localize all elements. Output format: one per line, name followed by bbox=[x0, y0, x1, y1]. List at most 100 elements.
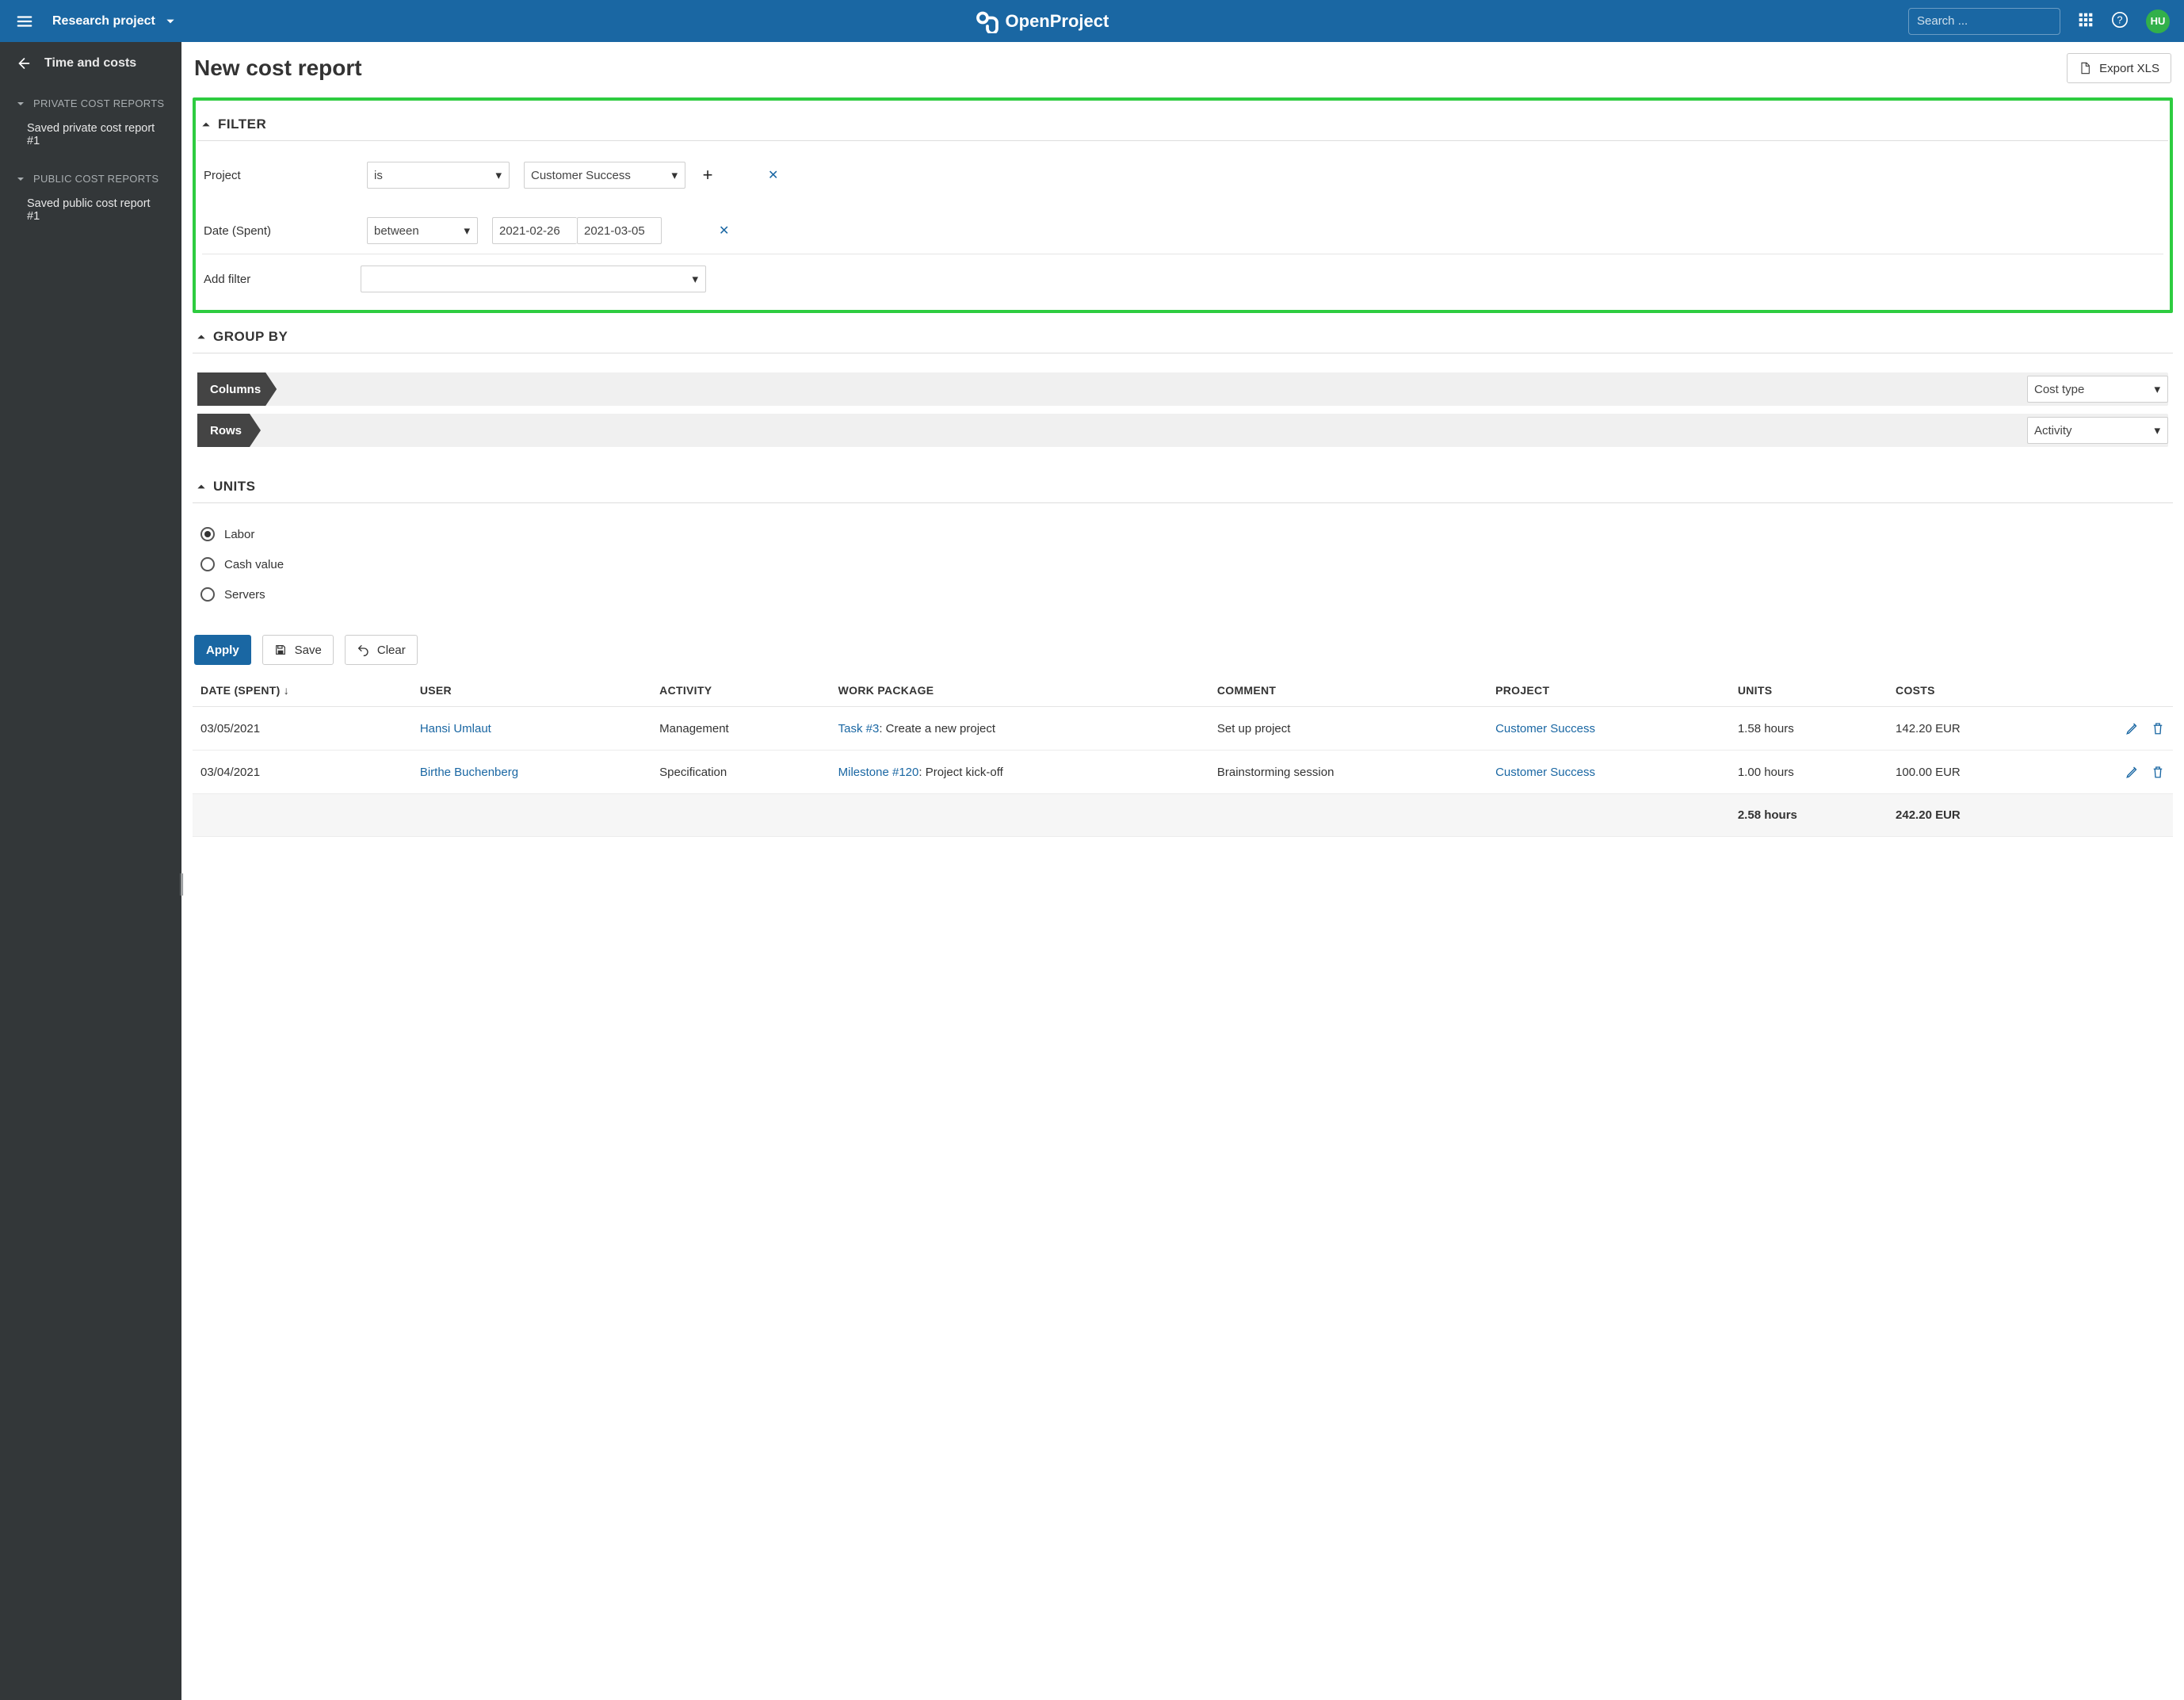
save-button[interactable]: Save bbox=[262, 635, 334, 665]
export-xls-label: Export XLS bbox=[2099, 62, 2159, 75]
units-section-toggle[interactable]: UNITS bbox=[193, 474, 2173, 503]
radio-icon bbox=[200, 557, 215, 571]
project-link[interactable]: Customer Success bbox=[1495, 722, 1595, 735]
filter-section-toggle[interactable]: FILTER bbox=[197, 112, 2168, 141]
groupby-section-title: GROUP BY bbox=[213, 329, 288, 345]
radio-labor[interactable]: Labor bbox=[197, 519, 2168, 549]
add-filter-select[interactable] bbox=[361, 266, 706, 292]
sidebar-item[interactable]: Saved public cost report #1 bbox=[16, 189, 166, 231]
chevron-up-icon bbox=[196, 331, 207, 342]
th-units[interactable]: UNITS bbox=[1730, 674, 1888, 707]
arrow-left-icon bbox=[16, 56, 30, 71]
td-wp: Task #3: Create a new project bbox=[830, 707, 1209, 751]
delete-icon[interactable] bbox=[2151, 721, 2165, 735]
td-units: 1.00 hours bbox=[1730, 751, 1888, 794]
sidebar-group-title: PUBLIC COST REPORTS bbox=[33, 173, 158, 185]
table-row: 03/04/2021Birthe BuchenbergSpecification… bbox=[193, 751, 2173, 794]
td-user: Hansi Umlaut bbox=[412, 707, 651, 751]
td-actions bbox=[2056, 751, 2173, 794]
groupby-rows-row: Rows Activity ▾ bbox=[197, 414, 2168, 447]
units-section: UNITS Labor Cash value Servers bbox=[193, 474, 2173, 611]
sidebar-resizer[interactable] bbox=[177, 871, 186, 898]
groupby-section: GROUP BY Columns Cost type ▾ Rows Activi… bbox=[193, 324, 2173, 449]
global-search[interactable] bbox=[1908, 8, 2060, 35]
remove-filter-icon[interactable]: ✕ bbox=[719, 223, 729, 239]
sidebar-back[interactable]: Time and costs bbox=[0, 56, 181, 86]
filter-date-label: Date (Spent) bbox=[202, 224, 353, 238]
edit-icon[interactable] bbox=[2125, 721, 2140, 735]
search-input[interactable] bbox=[1917, 14, 2075, 28]
user-link[interactable]: Birthe Buchenberg bbox=[420, 766, 518, 779]
filter-date-to[interactable] bbox=[577, 217, 662, 244]
svg-text:?: ? bbox=[2117, 13, 2122, 25]
project-link[interactable]: Customer Success bbox=[1495, 766, 1595, 779]
help-icon[interactable]: ? bbox=[2111, 11, 2129, 32]
delete-icon[interactable] bbox=[2151, 765, 2165, 779]
radio-icon bbox=[200, 587, 215, 602]
units-section-title: UNITS bbox=[213, 479, 256, 495]
logo: OpenProject bbox=[176, 10, 1908, 33]
totals-row: 2.58 hours242.20 EUR bbox=[193, 794, 2173, 837]
groupby-columns-add[interactable]: Cost type bbox=[2027, 376, 2168, 403]
report-table: DATE (SPENT) USER ACTIVITY WORK PACKAGE … bbox=[193, 674, 2173, 837]
th-actions bbox=[2056, 674, 2173, 707]
sidebar-group-public: PUBLIC COST REPORTS Saved public cost re… bbox=[0, 162, 181, 237]
clear-button[interactable]: Clear bbox=[345, 635, 418, 665]
th-comment[interactable]: COMMENT bbox=[1209, 674, 1487, 707]
sidebar-group-header[interactable]: PRIVATE COST REPORTS bbox=[16, 93, 166, 114]
add-filter-label: Add filter bbox=[202, 273, 353, 286]
sidebar-group-private: PRIVATE COST REPORTS Saved private cost … bbox=[0, 86, 181, 162]
th-project[interactable]: PROJECT bbox=[1487, 674, 1730, 707]
totals-units: 2.58 hours bbox=[1730, 794, 1888, 837]
th-activity[interactable]: ACTIVITY bbox=[651, 674, 830, 707]
save-label: Save bbox=[295, 644, 322, 657]
wp-link[interactable]: Task #3 bbox=[838, 722, 880, 735]
radio-label: Labor bbox=[224, 528, 254, 541]
filter-project-value[interactable]: Customer Success bbox=[524, 162, 685, 189]
th-date[interactable]: DATE (SPENT) bbox=[193, 674, 412, 707]
apply-button[interactable]: Apply bbox=[194, 635, 251, 665]
document-icon bbox=[2079, 61, 2091, 75]
filter-row-date: Date (Spent) between ▾ ✕ bbox=[202, 212, 2163, 250]
save-icon bbox=[274, 644, 287, 656]
hamburger-icon[interactable] bbox=[14, 11, 35, 32]
add-filter-value-icon[interactable]: + bbox=[700, 167, 716, 183]
action-bar: Apply Save Clear bbox=[193, 635, 2173, 665]
sidebar: Time and costs PRIVATE COST REPORTS Save… bbox=[0, 42, 181, 1700]
filter-date-operator[interactable]: between bbox=[367, 217, 478, 244]
filter-section: FILTER Project is ▾ Customer bbox=[197, 112, 2168, 302]
groupby-section-toggle[interactable]: GROUP BY bbox=[193, 324, 2173, 353]
td-activity: Management bbox=[651, 707, 830, 751]
edit-icon[interactable] bbox=[2125, 765, 2140, 779]
wp-link[interactable]: Milestone #120 bbox=[838, 766, 919, 779]
sidebar-item[interactable]: Saved private cost report #1 bbox=[16, 114, 166, 155]
remove-filter-icon[interactable]: ✕ bbox=[768, 167, 778, 183]
th-wp[interactable]: WORK PACKAGE bbox=[830, 674, 1209, 707]
filter-project-operator[interactable]: is bbox=[367, 162, 510, 189]
td-costs: 142.20 EUR bbox=[1888, 707, 2056, 751]
th-costs[interactable]: COSTS bbox=[1888, 674, 2056, 707]
td-comment: Set up project bbox=[1209, 707, 1487, 751]
apps-icon[interactable] bbox=[2078, 12, 2094, 31]
top-bar: Research project OpenProject ? HU bbox=[0, 0, 2184, 42]
filter-section-title: FILTER bbox=[218, 117, 266, 132]
th-user[interactable]: USER bbox=[412, 674, 651, 707]
export-xls-button[interactable]: Export XLS bbox=[2067, 53, 2171, 83]
td-project: Customer Success bbox=[1487, 707, 1730, 751]
td-costs: 100.00 EUR bbox=[1888, 751, 2056, 794]
radio-servers[interactable]: Servers bbox=[197, 579, 2168, 609]
td-actions bbox=[2056, 707, 2173, 751]
filter-date-from[interactable] bbox=[492, 217, 577, 244]
avatar[interactable]: HU bbox=[2146, 10, 2170, 33]
sidebar-group-header[interactable]: PUBLIC COST REPORTS bbox=[16, 168, 166, 189]
page-title: New cost report bbox=[194, 55, 362, 81]
chevron-up-icon bbox=[200, 119, 212, 130]
groupby-rows-label: Rows bbox=[197, 414, 261, 447]
chevron-down-icon bbox=[165, 16, 176, 27]
groupby-rows-add[interactable]: Activity bbox=[2027, 417, 2168, 444]
user-link[interactable]: Hansi Umlaut bbox=[420, 722, 491, 735]
groupby-columns-row: Columns Cost type ▾ bbox=[197, 372, 2168, 406]
project-selector[interactable]: Research project bbox=[52, 14, 176, 29]
units-radio-group: Labor Cash value Servers bbox=[193, 503, 2173, 611]
radio-cash-value[interactable]: Cash value bbox=[197, 549, 2168, 579]
